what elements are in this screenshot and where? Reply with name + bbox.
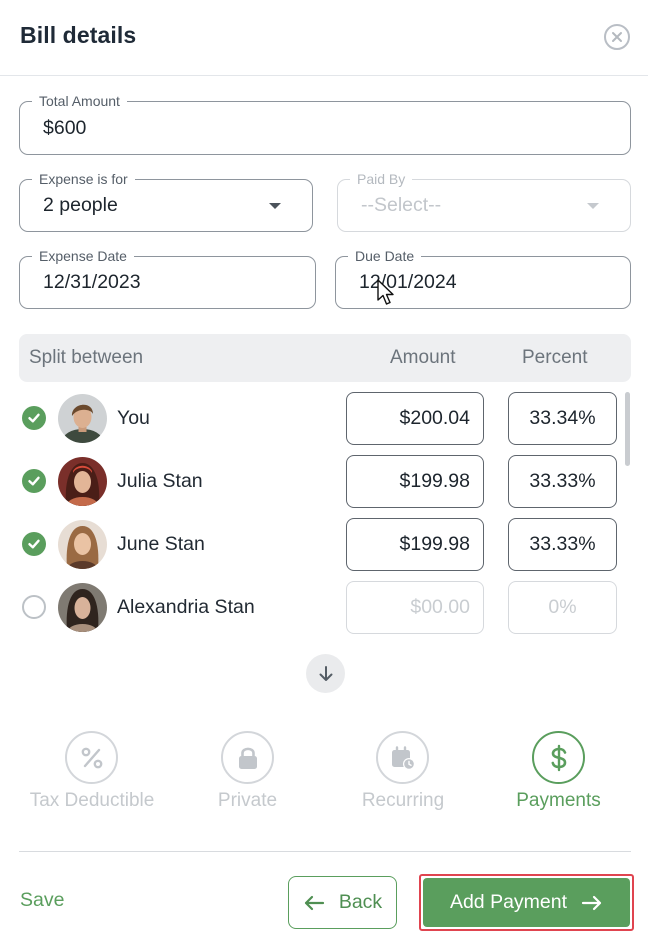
- expense-for-value: 2 people: [43, 194, 118, 216]
- percent-input[interactable]: 33.33%: [508, 455, 617, 508]
- add-payment-button[interactable]: Add Payment: [423, 878, 630, 927]
- payments-toggle[interactable]: [532, 731, 585, 784]
- percent-input[interactable]: 0%: [508, 581, 617, 634]
- amount-input[interactable]: $200.04: [346, 392, 484, 445]
- paid-by-placeholder: --Select--: [361, 194, 442, 216]
- avatar: [58, 520, 107, 569]
- check-icon: [28, 476, 40, 486]
- checkbox-unchecked[interactable]: [22, 595, 46, 619]
- split-row: Julia Stan $199.98 33.33%: [0, 450, 640, 513]
- calendar-clock-icon: [391, 745, 415, 770]
- add-payment-label: Add Payment: [449, 891, 568, 913]
- dialog-header: Bill details: [0, 0, 648, 76]
- save-button[interactable]: Save: [20, 889, 64, 912]
- percent-icon: [81, 747, 102, 768]
- checkbox-checked[interactable]: [22, 469, 46, 493]
- lock-icon: [238, 747, 257, 769]
- mouse-cursor-icon: [377, 279, 394, 305]
- expense-for-select[interactable]: Expense is for 2 people: [19, 171, 313, 232]
- tax-deductible-label: Tax Deductible: [29, 790, 155, 811]
- arrow-right-icon: [581, 895, 602, 910]
- chevron-down-icon: [587, 202, 599, 209]
- split-table-header: Split between Amount Percent: [19, 334, 631, 382]
- checkbox-checked[interactable]: [22, 532, 46, 556]
- recurring-label: Recurring: [361, 790, 445, 811]
- scroll-down-button[interactable]: [306, 654, 345, 693]
- scrollbar[interactable]: [625, 392, 630, 466]
- avatar: [58, 394, 107, 443]
- avatar: [58, 583, 107, 632]
- expense-date-value: 12/31/2023: [43, 271, 141, 293]
- close-icon: [612, 32, 622, 42]
- person-name: Julia Stan: [117, 470, 203, 492]
- person-name: June Stan: [117, 533, 205, 555]
- arrow-left-icon: [304, 895, 324, 910]
- avatar: [58, 457, 107, 506]
- arrow-down-icon: [319, 665, 332, 681]
- checkbox-checked[interactable]: [22, 406, 46, 430]
- chevron-down-icon: [269, 202, 281, 209]
- dollar-icon: [551, 744, 566, 771]
- payments-label: Payments: [516, 790, 601, 811]
- percent-input[interactable]: 33.34%: [508, 392, 617, 445]
- amount-input[interactable]: $00.00: [346, 581, 484, 634]
- percent-input[interactable]: 33.33%: [508, 518, 617, 571]
- person-name: Alexandria Stan: [117, 596, 255, 618]
- split-header-percent: Percent: [522, 347, 588, 368]
- total-amount-value: $600: [43, 116, 87, 139]
- close-button[interactable]: [604, 24, 630, 50]
- recurring-toggle[interactable]: [376, 731, 429, 784]
- split-row: June Stan $199.98 33.33%: [0, 513, 640, 576]
- total-amount-field[interactable]: Total Amount $600: [19, 93, 631, 155]
- back-button[interactable]: Back: [288, 876, 397, 929]
- amount-input[interactable]: $199.98: [346, 455, 484, 508]
- due-date-value: 12/01/2024: [359, 271, 457, 293]
- split-row: Alexandria Stan $00.00 0%: [0, 576, 640, 639]
- back-button-label: Back: [338, 891, 383, 913]
- add-payment-highlight: Add Payment: [419, 874, 634, 931]
- divider: [19, 851, 631, 852]
- amount-input[interactable]: $199.98: [346, 518, 484, 571]
- split-row: You $200.04 33.34%: [0, 387, 640, 450]
- split-header-amount: Amount: [390, 347, 456, 368]
- tax-deductible-toggle[interactable]: [65, 731, 118, 784]
- check-icon: [28, 413, 40, 423]
- dialog-title: Bill details: [20, 22, 137, 48]
- private-toggle[interactable]: [221, 731, 274, 784]
- split-header-name: Split between: [29, 347, 144, 368]
- person-name: You: [117, 407, 150, 429]
- check-icon: [28, 539, 40, 549]
- private-label: Private: [217, 790, 278, 811]
- expense-date-field[interactable]: Expense Date 12/31/2023: [19, 248, 316, 309]
- paid-by-select[interactable]: Paid By --Select--: [337, 171, 631, 232]
